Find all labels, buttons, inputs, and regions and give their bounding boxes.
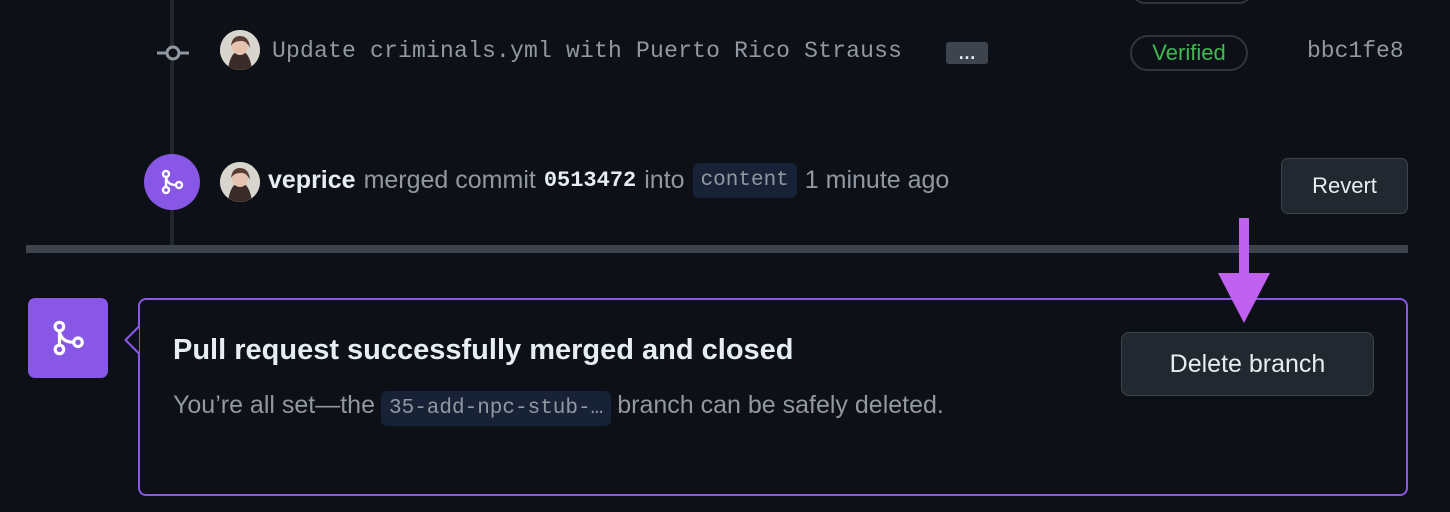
username-link[interactable]: veprice xyxy=(268,166,356,195)
merge-commit-sha[interactable]: 0513472 xyxy=(544,168,636,193)
merged-commit-label: merged commit xyxy=(363,166,536,194)
avatar[interactable] xyxy=(220,30,260,70)
desc-prefix: You’re all set—the xyxy=(173,391,375,419)
expand-commit-button[interactable]: … xyxy=(946,42,988,64)
desc-suffix: branch can be safely deleted. xyxy=(617,391,944,419)
source-branch[interactable]: 35-add-npc-stub-… xyxy=(380,391,612,426)
merged-icon xyxy=(28,298,108,378)
target-branch[interactable]: content xyxy=(692,163,797,198)
merge-time[interactable]: 1 minute ago xyxy=(805,166,950,195)
commit-node-icon xyxy=(157,40,189,66)
commit-sha[interactable]: bbc1fe8 xyxy=(1307,38,1404,64)
arrow-down-icon xyxy=(1212,215,1276,325)
commit-message[interactable]: Update criminals.yml with Puerto Rico St… xyxy=(272,38,902,64)
merge-event-text: veprice merged commit 0513472 into conte… xyxy=(268,163,949,198)
merge-event-icon xyxy=(144,154,200,210)
into-label: into xyxy=(644,166,685,194)
revert-button[interactable]: Revert xyxy=(1281,158,1408,214)
timeline-divider xyxy=(26,245,1408,253)
merged-description: You’re all set—the 35-add-npc-stub-… branc… xyxy=(173,382,973,432)
delete-branch-button[interactable]: Delete branch xyxy=(1121,332,1374,396)
verified-badge[interactable]: Verified xyxy=(1130,35,1248,71)
merged-title: Pull request successfully merged and clo… xyxy=(173,334,794,366)
avatar[interactable] xyxy=(220,162,260,202)
previous-badge-edge xyxy=(1131,0,1253,4)
box-caret-inner xyxy=(127,328,139,352)
